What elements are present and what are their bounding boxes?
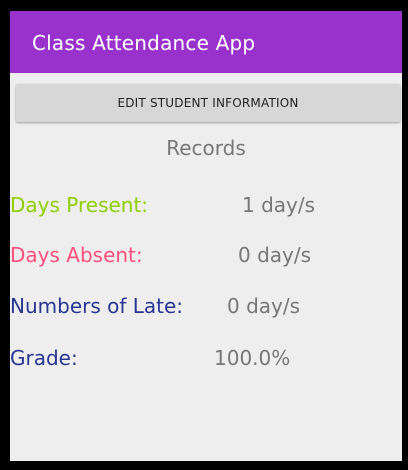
days-absent-label: Days Absent: [10, 243, 143, 267]
device-frame: Class Attendance App EDIT STUDENT INFORM… [0, 0, 408, 470]
app-title: Class Attendance App [32, 31, 256, 55]
numbers-of-late-label: Numbers of Late: [10, 294, 184, 318]
days-absent-value: 0 day/s [238, 243, 312, 267]
numbers-of-late-value: 0 day/s [227, 294, 301, 318]
records-heading: Records [166, 136, 246, 160]
edit-student-information-button[interactable]: EDIT STUDENT INFORMATION [16, 84, 400, 122]
days-present-value: 1 day/s [242, 193, 316, 217]
days-present-label: Days Present: [10, 193, 149, 217]
app-screen: Class Attendance App EDIT STUDENT INFORM… [10, 11, 402, 461]
app-bar: Class Attendance App [10, 11, 402, 73]
grade-label: Grade: [10, 346, 78, 370]
grade-value: 100.0% [214, 346, 291, 370]
